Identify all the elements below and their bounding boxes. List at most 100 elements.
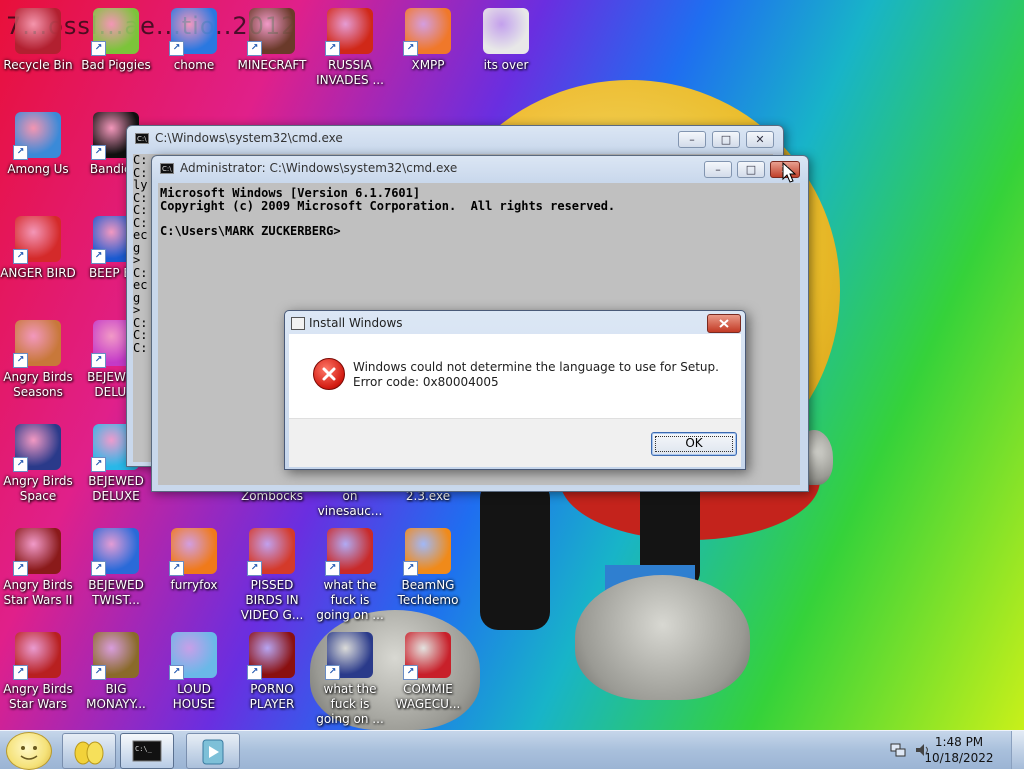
desktop-icon[interactable]: ↗ BEJEWED TWIST... — [78, 528, 154, 608]
desktop-icon-label: Angry Birds Star Wars II — [3, 578, 73, 607]
media-player-icon — [202, 739, 224, 765]
desktop-icon-label-partial[interactable]: on vinesauc... — [312, 489, 388, 519]
desktop-icon[interactable]: ↗ PISSED BIRDS IN VIDEO G... — [234, 528, 310, 623]
shortcut-arrow-icon: ↗ — [169, 41, 184, 56]
shortcut-arrow-icon: ↗ — [169, 561, 184, 576]
shortcut-arrow-icon: ↗ — [91, 41, 106, 56]
shortcut-arrow-icon: ↗ — [247, 41, 262, 56]
desktop-icon[interactable]: ↗ furryfox — [156, 528, 232, 593]
firefox-icon: ↗ — [169, 528, 217, 576]
desktop-icon-label: BEJEWED TWIST... — [88, 578, 144, 607]
close-button[interactable]: ✕ — [746, 131, 774, 148]
minimize-button[interactable]: – — [678, 131, 706, 148]
error-message: Windows could not determine the language… — [353, 360, 719, 389]
shortcut-arrow-icon: ↗ — [325, 41, 340, 56]
dialog-body: Windows could not determine the language… — [289, 334, 741, 418]
recycle-bin-icon — [15, 8, 61, 54]
taskbar: C:\_ 1:48 PM 10/18/2022 — [0, 730, 1024, 770]
cmd-admin-titlebar[interactable]: C:\ Administrator: C:\Windows\system32\c… — [152, 156, 808, 182]
desktop-icon[interactable]: ↗ XMPP — [390, 8, 466, 73]
desktop-icon-label: Among Us — [7, 162, 69, 176]
minecraft-icon: ↗ — [247, 8, 295, 56]
cmd-icon: C:\ — [160, 163, 174, 174]
desktop-icon[interactable]: ↗ RUSSIA INVADES ... — [312, 8, 388, 88]
desktop-icon-label: chome — [173, 58, 215, 72]
desktop-icon[interactable]: ↗ what the fuck is going on ... — [312, 632, 388, 727]
desktop-icon[interactable]: ↗ ANGER BIRD — [0, 216, 76, 281]
dialog-title: Install Windows — [309, 316, 403, 330]
cmd-icon: C:\ — [135, 133, 149, 144]
show-desktop-button[interactable] — [1011, 731, 1024, 769]
desktop-icon[interactable]: ↗ Angry Birds Space — [0, 424, 76, 504]
focus-ring — [655, 436, 733, 452]
angry-birds-star-wars-icon: ↗ — [13, 632, 61, 680]
radiation-icon: ↗ — [325, 8, 373, 56]
wallpaper-leg-left — [480, 480, 550, 630]
desktop-icon-label: COMMIE WAGECU... — [395, 682, 461, 711]
angry-birds-icon: ↗ — [13, 216, 61, 264]
desktop-icon[interactable]: ↗ Angry Birds Star Wars II — [0, 528, 76, 608]
shortcut-arrow-icon: ↗ — [13, 665, 28, 680]
desktop-icon-label: its over — [483, 58, 529, 72]
dialog-close-button[interactable] — [707, 314, 741, 333]
desktop-icon[interactable]: its over — [468, 8, 544, 73]
bejeweled-twist-icon: ↗ — [91, 528, 139, 576]
desktop-icon[interactable]: ↗ MINECRAFT — [234, 8, 310, 73]
shortcut-arrow-icon: ↗ — [91, 249, 106, 264]
desktop-icon-label: Recycle Bin — [3, 58, 73, 72]
desktop-icon[interactable]: ↗ LOUD HOUSE — [156, 632, 232, 712]
ok-button[interactable]: OK — [651, 432, 737, 456]
money-bag-icon: ↗ — [91, 632, 139, 680]
maximize-button[interactable]: □ — [712, 131, 740, 148]
desktop-icon[interactable]: ↗ COMMIE WAGECU... — [390, 632, 466, 712]
angry-birds-space-icon: ↗ — [13, 424, 61, 472]
angry-birds-seasons-icon: ↗ — [13, 320, 61, 368]
angry-birds-star-wars-2-icon: ↗ — [13, 528, 61, 576]
desktop-icon[interactable]: ↗ BeamNG Techdemo — [390, 528, 466, 608]
desktop-icon[interactable]: ↗ BIG MONAYY... — [78, 632, 154, 712]
shortcut-arrow-icon: ↗ — [403, 41, 418, 56]
cmd-back-titlebar[interactable]: C:\ C:\Windows\system32\cmd.exe – □ ✕ — [127, 126, 783, 152]
shortcut-arrow-icon: ↗ — [325, 561, 340, 576]
chrome-icon: ↗ — [169, 8, 217, 56]
easter-eggs-icon — [74, 741, 104, 765]
desktop-icon[interactable]: ↗ what the fuck is going on ... — [312, 528, 388, 623]
clock-date[interactable]: 10/18/2022 — [924, 751, 994, 765]
svg-text:C:\_: C:\_ — [135, 745, 153, 753]
commie-icon: ↗ — [403, 632, 451, 680]
taskbar-cmd-button[interactable]: C:\_ — [120, 733, 174, 769]
install-windows-dialog[interactable]: Install Windows Windows could not determ… — [284, 310, 746, 470]
desktop-icon[interactable]: ↗ Angry Birds Seasons — [0, 320, 76, 400]
clock-time[interactable]: 1:48 PM — [924, 735, 994, 749]
desktop-icon-label: what the fuck is going on ... — [316, 682, 384, 726]
cmd-icon: C:\_ — [132, 740, 162, 762]
desktop-icon[interactable]: ↗ Angry Birds Star Wars — [0, 632, 76, 712]
desktop-icon[interactable]: ↗ Bad Piggies — [78, 8, 154, 73]
desktop-icon-label: BEJEWED DELUXE — [88, 474, 144, 503]
desktop-icon[interactable]: ↗ Among Us — [0, 112, 76, 177]
angry-birds-space-icon: ↗ — [325, 632, 373, 680]
desktop-icon[interactable]: ↗ PORNO PLAYER — [234, 632, 310, 712]
minimize-button[interactable]: – — [704, 161, 732, 178]
taskbar-media-button[interactable] — [186, 733, 240, 769]
start-button[interactable] — [6, 732, 52, 770]
desktop-icon-label: MINECRAFT — [237, 58, 307, 72]
shortcut-arrow-icon: ↗ — [13, 457, 28, 472]
desktop-icon-label: LOUD HOUSE — [172, 682, 216, 711]
shortcut-arrow-icon: ↗ — [91, 561, 106, 576]
shortcut-arrow-icon: ↗ — [91, 145, 106, 160]
network-icon[interactable] — [890, 742, 906, 758]
shortcut-arrow-icon: ↗ — [325, 665, 340, 680]
desktop-icon[interactable]: Recycle Bin — [0, 8, 76, 73]
mouse-cursor-icon — [782, 162, 797, 183]
desktop-icon-label: XMPP — [411, 58, 445, 72]
taskbar-folder-button[interactable] — [62, 733, 116, 769]
desktop-icon-label: Angry Birds Seasons — [3, 370, 73, 399]
desktop-icon-label: RUSSIA INVADES ... — [316, 58, 384, 87]
desktop-icon-label: PISSED BIRDS IN VIDEO G... — [240, 578, 304, 622]
maximize-button[interactable]: □ — [737, 161, 765, 178]
wallpaper-shoe-right — [575, 575, 750, 700]
desktop-icon[interactable]: ↗ chome — [156, 8, 232, 73]
shortcut-arrow-icon: ↗ — [13, 249, 28, 264]
shortcut-arrow-icon: ↗ — [91, 353, 106, 368]
